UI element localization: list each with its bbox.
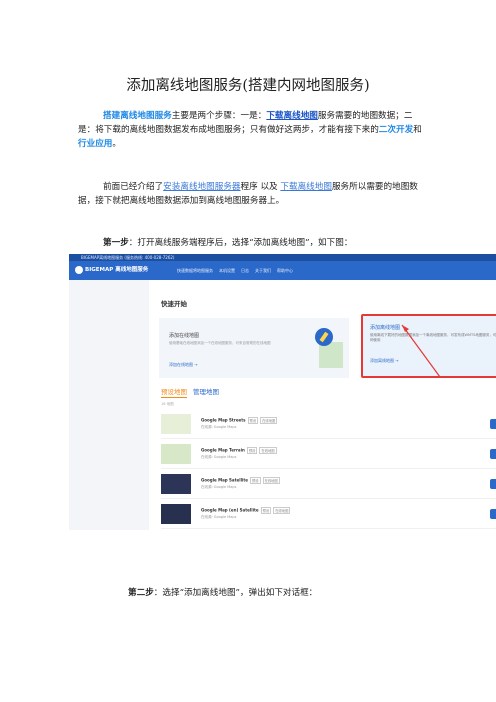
map-name: Google Map Terrain 预设 在线地图 <box>201 447 277 454</box>
map-thumbnail <box>161 444 191 464</box>
compass-icon <box>315 328 333 346</box>
context-paragraph: 前面已经介绍了安装离线地图服务器程序 以及 下载离线地图服务所以需要的地图数据，… <box>78 180 423 208</box>
map-row[interactable]: Google Map Terrain 预设 在线地图 在线源: Google Map… <box>161 440 496 469</box>
map-row[interactable]: Google Map (en) Satellite 预设 在线地图 在线源: Goo… <box>161 500 496 529</box>
intro-paragraph: 搭建离线地图服务主要是两个步骤：一是：下载离线地图服务需要的地图数据；二是：将下… <box>78 109 423 151</box>
map-tag: 在线地图 <box>260 417 278 424</box>
nav-item[interactable]: 帮助中心 <box>277 268 293 273</box>
map-tag: 在线地图 <box>259 447 277 454</box>
card-desc: 使用基础在线地图添加一个在线地图服务，可来自常规的在线地图 <box>169 341 271 345</box>
card-desc: 使用离线下载好的地图数据添加一个离线地图服务，可发布成WMTS地图服务，可供内网… <box>370 333 496 342</box>
context-text-1: 前面已经介绍了 <box>103 182 164 192</box>
map-tabs: 预设地图 管理地图 <box>161 386 219 398</box>
top-nav: 快速数据将地图服务 本机设置 日志 关于我们 帮助中心 <box>177 268 299 274</box>
app-screenshot: BIGEMAP离线地图服务 (服务热线: 400-028-7262) BIGEM… <box>69 254 496 530</box>
card-title: 添加在线地图 <box>169 333 200 339</box>
map-name: Google Map Satellite 预设 在线地图 <box>201 477 280 484</box>
step-one: 第一步：打开离线服务端程序后，选择“添加离线地图”，如下图： <box>103 236 352 248</box>
map-action-button[interactable] <box>490 419 496 429</box>
step-one-text: ：打开离线服务端程序后，选择“添加离线地图”，如下图： <box>128 238 353 248</box>
intro-end: 。 <box>112 139 121 149</box>
map-count: 16 地图 <box>161 402 174 406</box>
map-thumbnail <box>161 474 191 494</box>
map-action-button[interactable] <box>490 449 496 459</box>
map-title: Google Map (en) Satellite <box>201 507 259 513</box>
map-name: Google Map (en) Satellite 预设 在线地图 <box>201 507 291 514</box>
add-offline-map-card[interactable]: 添加离线地图 使用离线下载好的地图数据添加一个离线地图服务，可发布成WMTS地图… <box>361 314 496 378</box>
keyword-industry-app: 行业应用 <box>78 139 113 149</box>
main-panel: 快速开始 添加在线地图 使用基础在线地图添加一个在线地图服务，可来自常规的在线地… <box>149 280 496 530</box>
keyword-secondary-dev: 二次开发 <box>378 125 414 135</box>
step-two-text: ：选择“添加离线地图”，弹出如下对话框： <box>153 588 318 598</box>
card-title: 添加离线地图 <box>370 325 401 331</box>
download-offline-map-link[interactable]: 下载离线地图 <box>266 111 318 121</box>
window-titlebar: BIGEMAP离线地图服务 (服务热线: 400-028-7262) <box>69 254 496 261</box>
brand-name: BIGEMAP <box>85 267 114 273</box>
step-two: 第二步：选择“添加离线地图”，弹出如下对话框： <box>128 586 317 598</box>
map-source: 在线源: Google Maps <box>201 455 237 459</box>
map-title: Google Map Satellite <box>201 477 248 483</box>
map-source: 在线源: Google Maps <box>201 515 237 519</box>
map-source: 在线源: Google Maps <box>201 425 237 429</box>
install-server-link[interactable]: 安装离线地图服务器 <box>163 182 240 192</box>
map-tag: 在线地图 <box>273 507 291 514</box>
map-title: Google Map Streets <box>201 417 246 423</box>
map-tag: 预设 <box>246 447 258 454</box>
nav-item[interactable]: 快速数据将地图服务 <box>177 268 213 273</box>
map-row[interactable]: Google Map Streets 预设 在线地图 在线源: Google Map… <box>161 410 496 439</box>
app-name: 离线地图服务 <box>115 267 149 273</box>
step-two-label: 第二步 <box>128 588 154 598</box>
map-thumbnail <box>161 414 191 434</box>
add-online-map-link[interactable]: 添加在线地图 → <box>169 362 198 368</box>
tab-preset-maps[interactable]: 预设地图 <box>161 388 187 398</box>
map-action-button[interactable] <box>490 509 496 519</box>
download-map-link[interactable]: 下载离线地图 <box>280 182 332 192</box>
map-source: 在线源: Google Maps <box>201 485 237 489</box>
nav-item[interactable]: 日志 <box>241 268 249 273</box>
map-thumbnail <box>161 504 191 524</box>
nav-item[interactable]: 本机设置 <box>219 268 235 273</box>
context-text-2: 程序 以及 <box>240 182 281 192</box>
map-title: Google Map Terrain <box>201 447 245 453</box>
map-tag: 预设 <box>260 507 272 514</box>
map-tag: 在线地图 <box>262 477 280 484</box>
keyword-offline-service: 搭建离线地图服务 <box>103 111 172 121</box>
logo-icon <box>75 265 83 274</box>
add-online-map-card[interactable]: 添加在线地图 使用基础在线地图添加一个在线地图服务，可来自常规的在线地图 添加在… <box>159 318 349 378</box>
intro-text-1: 主要是两个步骤：一是： <box>171 111 267 121</box>
map-name: Google Map Streets 预设 在线地图 <box>201 417 278 424</box>
map-tag: 预设 <box>250 477 261 484</box>
step-one-label: 第一步 <box>103 238 129 248</box>
quick-start-heading: 快速开始 <box>161 300 187 308</box>
map-action-button[interactable] <box>490 479 496 489</box>
tab-manage-maps[interactable]: 管理地图 <box>193 388 219 396</box>
document-title: 添加离线地图服务(搭建内网地图服务) <box>126 78 370 94</box>
intro-and: 和 <box>413 125 422 135</box>
app-header: BIGEMAP 离线地图服务 快速数据将地图服务 本机设置 日志 关于我们 帮助中心 <box>69 261 496 280</box>
app-logo: BIGEMAP 离线地图服务 <box>75 265 148 276</box>
map-tag: 预设 <box>247 417 259 424</box>
nav-item[interactable]: 关于我们 <box>255 268 271 273</box>
add-offline-map-link[interactable]: 添加离线地图 → <box>370 358 399 364</box>
map-row[interactable]: Google Map Satellite 预设 在线地图 在线源: Google M… <box>161 470 496 499</box>
